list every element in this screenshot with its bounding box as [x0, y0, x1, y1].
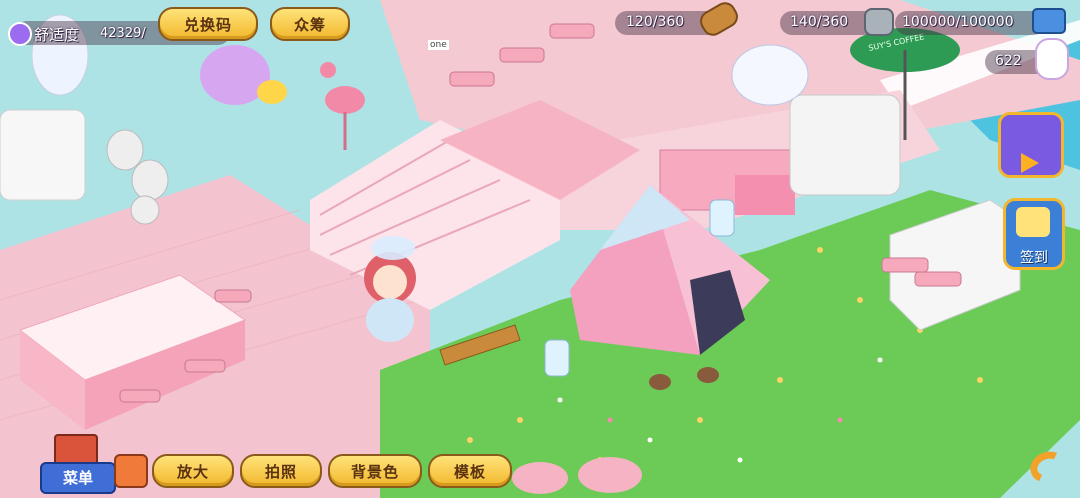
tv-video-icon[interactable] [998, 112, 1064, 178]
comfort-label: 舒适度 [34, 26, 80, 44]
bunny-icon [1035, 38, 1069, 80]
crowdfund-button[interactable]: 众筹 [270, 7, 350, 41]
play-arrow-icon [1021, 153, 1039, 173]
stone-value: 140/360 [790, 14, 849, 30]
game-scene[interactable]: SUY'S COFFEE one [0, 0, 1080, 498]
heart-gem-icon [8, 22, 32, 46]
wood-value: 120/360 [626, 14, 685, 30]
undo-arc [1025, 446, 1071, 488]
menu-label: 菜单 [40, 462, 116, 494]
ticket-icon [1032, 8, 1066, 34]
calendar-icon [1016, 207, 1050, 237]
edit-pencil-icon[interactable] [114, 454, 148, 488]
menu-button[interactable]: 菜单 [40, 432, 116, 494]
undo-arrow-icon[interactable] [1024, 446, 1072, 490]
comfort-value: 42329/ [100, 26, 146, 41]
background-color-button[interactable]: 背景色 [328, 454, 422, 488]
coin-value: 100000/100000 [902, 14, 1014, 30]
bunny-value: 622 [995, 53, 1022, 69]
room-illustration [0, 0, 1080, 498]
box-label: one [428, 40, 449, 50]
photo-button[interactable]: 拍照 [240, 454, 322, 488]
template-button[interactable]: 模板 [428, 454, 512, 488]
checkin-button[interactable]: 签到 [1003, 198, 1065, 270]
redeem-code-button[interactable]: 兑换码 [158, 7, 258, 41]
zoom-in-button[interactable]: 放大 [152, 454, 234, 488]
stone-icon [864, 8, 894, 36]
checkin-label: 签到 [1020, 250, 1048, 266]
